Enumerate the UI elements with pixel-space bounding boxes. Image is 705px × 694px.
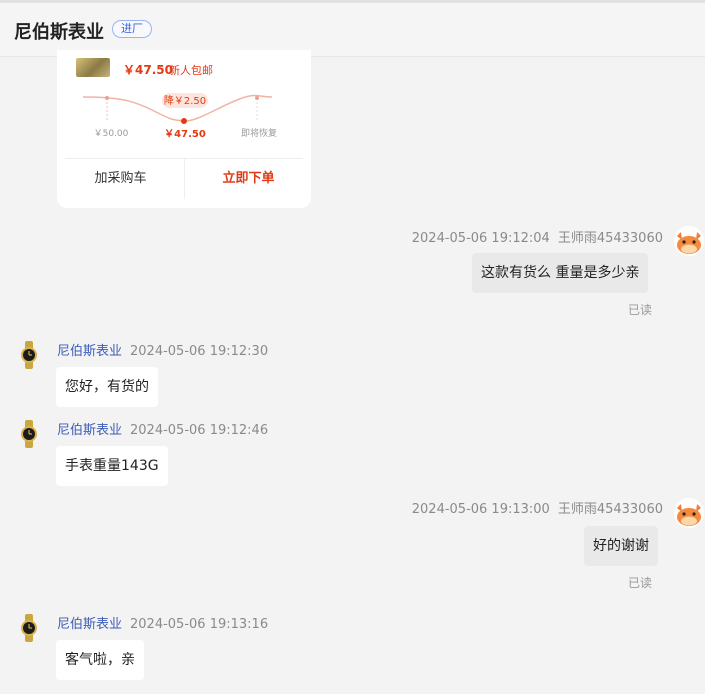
- product-card[interactable]: ￥47.50 新人包邮 降￥2.50 ￥50.00 ￥47.50 即将恢复 加采…: [57, 50, 311, 208]
- message-meta: 尼伯斯表业 2024-05-06 19:13:16: [57, 613, 268, 632]
- drop-label: 降￥2.50: [164, 94, 206, 107]
- shop-avatar[interactable]: [14, 340, 44, 370]
- read-status: 已读: [628, 303, 653, 317]
- cartoon-cow-icon: [677, 232, 701, 254]
- read-status: 已读: [628, 576, 653, 590]
- promo-tag: 新人包邮: [169, 64, 213, 77]
- factory-badge: 进厂: [112, 20, 152, 38]
- sender-name[interactable]: 尼伯斯表业: [57, 423, 122, 438]
- price-now-label: ￥47.50: [164, 129, 206, 140]
- message-meta: 2024-05-06 19:13:00 王师雨45433060: [412, 498, 663, 517]
- shop-avatar[interactable]: [14, 419, 44, 449]
- gold-watch-icon: [21, 614, 37, 642]
- buy-now-button[interactable]: 立即下单: [185, 159, 312, 199]
- user-avatar[interactable]: [674, 226, 704, 256]
- message-time: 2024-05-06 19:12:46: [130, 423, 269, 438]
- message-time: 2024-05-06 19:13:00: [411, 502, 550, 517]
- message-meta: 尼伯斯表业 2024-05-06 19:12:30: [57, 340, 268, 359]
- price-trend-chart: 降￥2.50 ￥50.00 ￥47.50 即将恢复: [82, 93, 277, 140]
- message-meta: 尼伯斯表业 2024-05-06 19:12:46: [57, 419, 268, 438]
- message-time: 2024-05-06 19:12:30: [130, 344, 269, 359]
- after-point: [255, 96, 259, 100]
- user-avatar[interactable]: [674, 498, 704, 528]
- message-time: 2024-05-06 19:13:16: [130, 617, 269, 632]
- gold-watch-icon: [21, 420, 37, 448]
- sender-name: 王师雨45433060: [557, 231, 663, 246]
- message-bubble[interactable]: 客气啦，亲: [56, 640, 144, 680]
- cartoon-cow-icon: [677, 504, 701, 526]
- before-point: [105, 96, 109, 100]
- current-point: [181, 118, 187, 124]
- message-bubble[interactable]: 您好，有货的: [56, 367, 158, 407]
- gold-watch-icon: [21, 341, 37, 369]
- price-before-label: ￥50.00: [94, 129, 129, 139]
- sender-name[interactable]: 尼伯斯表业: [57, 617, 122, 632]
- shop-name-title[interactable]: 尼伯斯表业: [14, 18, 104, 44]
- message-bubble[interactable]: 好的谢谢: [584, 526, 658, 566]
- product-price: ￥47.50: [123, 63, 173, 77]
- message-bubble[interactable]: 手表重量143G: [56, 446, 168, 486]
- add-to-cart-button[interactable]: 加采购车: [57, 159, 184, 199]
- price-after-label: 即将恢复: [241, 127, 277, 139]
- sender-name: 王师雨45433060: [557, 502, 663, 517]
- chat-header: 尼伯斯表业 进厂: [0, 3, 705, 57]
- shop-avatar[interactable]: [14, 613, 44, 643]
- product-thumbnail[interactable]: [76, 58, 110, 77]
- message-bubble[interactable]: 这款有货么 重量是多少亲: [472, 253, 649, 293]
- message-time: 2024-05-06 19:12:04: [411, 231, 550, 246]
- sender-name[interactable]: 尼伯斯表业: [57, 344, 122, 359]
- message-meta: 2024-05-06 19:12:04 王师雨45433060: [412, 227, 663, 246]
